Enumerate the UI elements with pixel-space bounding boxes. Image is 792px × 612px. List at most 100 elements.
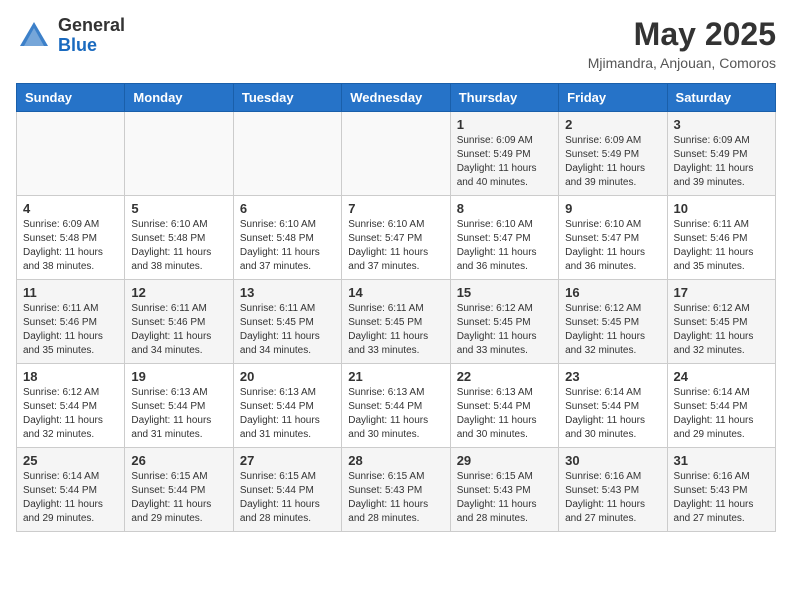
day-number: 8: [457, 201, 552, 216]
calendar-week-row: 4 Sunrise: 6:09 AM Sunset: 5:48 PM Daylig…: [17, 196, 776, 280]
day-info: Sunrise: 6:16 AM Sunset: 5:43 PM Dayligh…: [565, 470, 660, 526]
location: Mjimandra, Anjouan, Comoros: [588, 55, 776, 71]
day-number: 13: [240, 285, 335, 300]
day-info: Sunrise: 6:10 AM Sunset: 5:48 PM Dayligh…: [131, 218, 226, 274]
day-info: Sunrise: 6:13 AM Sunset: 5:44 PM Dayligh…: [131, 386, 226, 442]
day-info: Sunrise: 6:13 AM Sunset: 5:44 PM Dayligh…: [240, 386, 335, 442]
calendar-cell: 27 Sunrise: 6:15 AM Sunset: 5:44 PM Dayli…: [233, 448, 341, 532]
weekday-header-thursday: Thursday: [450, 84, 558, 112]
day-number: 3: [674, 117, 769, 132]
calendar-cell: 18 Sunrise: 6:12 AM Sunset: 5:44 PM Dayli…: [17, 364, 125, 448]
calendar-cell: [125, 112, 233, 196]
day-number: 21: [348, 369, 443, 384]
calendar-cell: [342, 112, 450, 196]
day-number: 30: [565, 453, 660, 468]
calendar-week-row: 18 Sunrise: 6:12 AM Sunset: 5:44 PM Dayli…: [17, 364, 776, 448]
day-info: Sunrise: 6:10 AM Sunset: 5:47 PM Dayligh…: [348, 218, 443, 274]
day-info: Sunrise: 6:14 AM Sunset: 5:44 PM Dayligh…: [565, 386, 660, 442]
day-info: Sunrise: 6:11 AM Sunset: 5:46 PM Dayligh…: [674, 218, 769, 274]
day-number: 14: [348, 285, 443, 300]
day-info: Sunrise: 6:09 AM Sunset: 5:49 PM Dayligh…: [457, 134, 552, 190]
calendar-cell: 30 Sunrise: 6:16 AM Sunset: 5:43 PM Dayli…: [559, 448, 667, 532]
logo: General Blue: [16, 16, 125, 56]
day-number: 6: [240, 201, 335, 216]
calendar-cell: [17, 112, 125, 196]
day-info: Sunrise: 6:13 AM Sunset: 5:44 PM Dayligh…: [348, 386, 443, 442]
calendar-cell: 19 Sunrise: 6:13 AM Sunset: 5:44 PM Dayli…: [125, 364, 233, 448]
calendar-cell: 31Sunrise: 6:16 AM Sunset: 5:43 PM Dayli…: [667, 448, 775, 532]
day-number: 24: [674, 369, 769, 384]
day-number: 25: [23, 453, 118, 468]
calendar-cell: 13 Sunrise: 6:11 AM Sunset: 5:45 PM Dayli…: [233, 280, 341, 364]
weekday-header-row: SundayMondayTuesdayWednesdayThursdayFrid…: [17, 84, 776, 112]
title-area: May 2025 Mjimandra, Anjouan, Comoros: [588, 16, 776, 71]
day-number: 28: [348, 453, 443, 468]
calendar-cell: 7 Sunrise: 6:10 AM Sunset: 5:47 PM Daylig…: [342, 196, 450, 280]
calendar-week-row: 11Sunrise: 6:11 AM Sunset: 5:46 PM Dayli…: [17, 280, 776, 364]
day-number: 10: [674, 201, 769, 216]
calendar-cell: 12Sunrise: 6:11 AM Sunset: 5:46 PM Dayli…: [125, 280, 233, 364]
day-info: Sunrise: 6:13 AM Sunset: 5:44 PM Dayligh…: [457, 386, 552, 442]
calendar-cell: 11Sunrise: 6:11 AM Sunset: 5:46 PM Dayli…: [17, 280, 125, 364]
day-info: Sunrise: 6:15 AM Sunset: 5:43 PM Dayligh…: [348, 470, 443, 526]
day-info: Sunrise: 6:15 AM Sunset: 5:43 PM Dayligh…: [457, 470, 552, 526]
calendar-cell: 26 Sunrise: 6:15 AM Sunset: 5:44 PM Dayli…: [125, 448, 233, 532]
day-info: Sunrise: 6:14 AM Sunset: 5:44 PM Dayligh…: [674, 386, 769, 442]
calendar-cell: 3 Sunrise: 6:09 AM Sunset: 5:49 PM Daylig…: [667, 112, 775, 196]
weekday-header-monday: Monday: [125, 84, 233, 112]
day-info: Sunrise: 6:12 AM Sunset: 5:45 PM Dayligh…: [674, 302, 769, 358]
day-number: 1: [457, 117, 552, 132]
logo-general: General: [58, 16, 125, 36]
day-info: Sunrise: 6:14 AM Sunset: 5:44 PM Dayligh…: [23, 470, 118, 526]
day-info: Sunrise: 6:09 AM Sunset: 5:49 PM Dayligh…: [674, 134, 769, 190]
day-info: Sunrise: 6:10 AM Sunset: 5:47 PM Dayligh…: [565, 218, 660, 274]
day-info: Sunrise: 6:12 AM Sunset: 5:44 PM Dayligh…: [23, 386, 118, 442]
logo-icon: [16, 18, 52, 54]
calendar-cell: 6 Sunrise: 6:10 AM Sunset: 5:48 PM Daylig…: [233, 196, 341, 280]
calendar-cell: 21 Sunrise: 6:13 AM Sunset: 5:44 PM Dayli…: [342, 364, 450, 448]
day-number: 20: [240, 369, 335, 384]
day-number: 27: [240, 453, 335, 468]
weekday-header-wednesday: Wednesday: [342, 84, 450, 112]
calendar-cell: 22 Sunrise: 6:13 AM Sunset: 5:44 PM Dayli…: [450, 364, 558, 448]
day-number: 23: [565, 369, 660, 384]
month-title: May 2025: [588, 16, 776, 53]
day-info: Sunrise: 6:15 AM Sunset: 5:44 PM Dayligh…: [131, 470, 226, 526]
day-number: 19: [131, 369, 226, 384]
day-info: Sunrise: 6:10 AM Sunset: 5:48 PM Dayligh…: [240, 218, 335, 274]
day-number: 7: [348, 201, 443, 216]
day-info: Sunrise: 6:11 AM Sunset: 5:46 PM Dayligh…: [23, 302, 118, 358]
day-info: Sunrise: 6:09 AM Sunset: 5:48 PM Dayligh…: [23, 218, 118, 274]
calendar-cell: [233, 112, 341, 196]
calendar-cell: 28 Sunrise: 6:15 AM Sunset: 5:43 PM Dayli…: [342, 448, 450, 532]
calendar-cell: 29 Sunrise: 6:15 AM Sunset: 5:43 PM Dayli…: [450, 448, 558, 532]
day-number: 22: [457, 369, 552, 384]
day-info: Sunrise: 6:12 AM Sunset: 5:45 PM Dayligh…: [457, 302, 552, 358]
calendar-cell: 20 Sunrise: 6:13 AM Sunset: 5:44 PM Dayli…: [233, 364, 341, 448]
weekday-header-sunday: Sunday: [17, 84, 125, 112]
day-info: Sunrise: 6:11 AM Sunset: 5:45 PM Dayligh…: [240, 302, 335, 358]
calendar-cell: 8 Sunrise: 6:10 AM Sunset: 5:47 PM Daylig…: [450, 196, 558, 280]
day-number: 26: [131, 453, 226, 468]
day-info: Sunrise: 6:11 AM Sunset: 5:45 PM Dayligh…: [348, 302, 443, 358]
day-number: 2: [565, 117, 660, 132]
weekday-header-saturday: Saturday: [667, 84, 775, 112]
day-number: 17: [674, 285, 769, 300]
calendar-cell: 16Sunrise: 6:12 AM Sunset: 5:45 PM Dayli…: [559, 280, 667, 364]
weekday-header-friday: Friday: [559, 84, 667, 112]
day-info: Sunrise: 6:16 AM Sunset: 5:43 PM Dayligh…: [674, 470, 769, 526]
calendar-cell: 25 Sunrise: 6:14 AM Sunset: 5:44 PM Dayli…: [17, 448, 125, 532]
day-number: 29: [457, 453, 552, 468]
day-info: Sunrise: 6:15 AM Sunset: 5:44 PM Dayligh…: [240, 470, 335, 526]
logo-blue: Blue: [58, 36, 125, 56]
day-number: 18: [23, 369, 118, 384]
calendar-cell: 10 Sunrise: 6:11 AM Sunset: 5:46 PM Dayli…: [667, 196, 775, 280]
calendar-cell: 4 Sunrise: 6:09 AM Sunset: 5:48 PM Daylig…: [17, 196, 125, 280]
calendar-table: SundayMondayTuesdayWednesdayThursdayFrid…: [16, 83, 776, 532]
day-info: Sunrise: 6:10 AM Sunset: 5:47 PM Dayligh…: [457, 218, 552, 274]
calendar-week-row: 25 Sunrise: 6:14 AM Sunset: 5:44 PM Dayli…: [17, 448, 776, 532]
calendar-cell: 23 Sunrise: 6:14 AM Sunset: 5:44 PM Dayli…: [559, 364, 667, 448]
day-number: 4: [23, 201, 118, 216]
day-number: 15: [457, 285, 552, 300]
calendar-cell: 17 Sunrise: 6:12 AM Sunset: 5:45 PM Dayli…: [667, 280, 775, 364]
